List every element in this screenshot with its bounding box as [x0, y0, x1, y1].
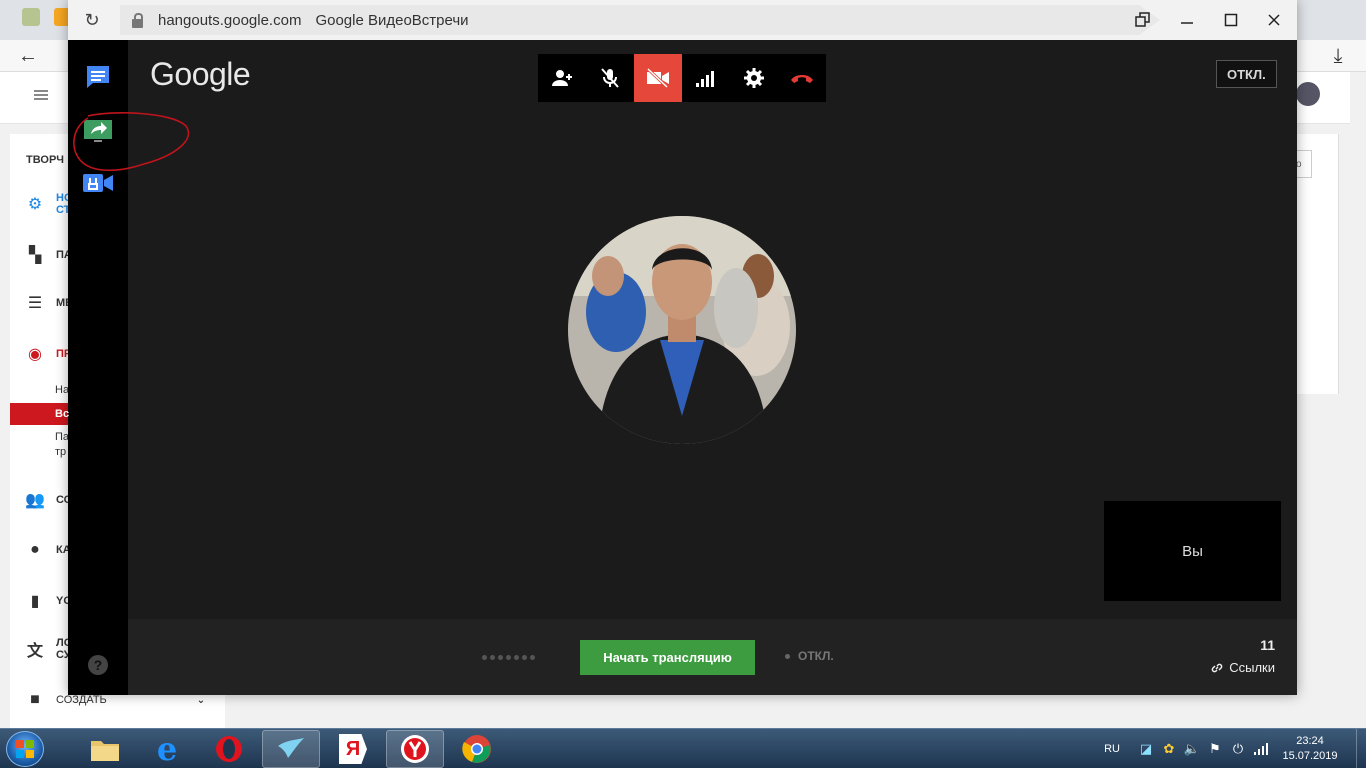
- address-bar[interactable]: hangouts.google.com Google ВидеоВстречи: [120, 5, 1160, 35]
- sidebar-subitem[interactable]: Па: [55, 431, 69, 443]
- sidebar-item-community[interactable]: 👥 СО: [24, 489, 72, 511]
- clock-time: 23:24: [1296, 735, 1324, 747]
- sidebar-item-translations[interactable]: 文 ЛО СУ: [24, 637, 72, 661]
- settings-icon[interactable]: [730, 54, 778, 102]
- page-scrollbar[interactable]: [1350, 72, 1366, 728]
- google-logo: Google: [150, 56, 251, 92]
- hang-up-icon[interactable]: [778, 54, 826, 102]
- network-share-icon[interactable]: ◪: [1138, 741, 1154, 757]
- sidebar-item-label: СОЗДАТЬ: [56, 694, 107, 706]
- start-button[interactable]: [6, 731, 44, 767]
- internet-explorer-icon[interactable]: e: [138, 730, 196, 768]
- clock-date: 15.07.2019: [1282, 750, 1338, 762]
- page-title: Google ВидеоВстречи: [315, 11, 469, 29]
- chrome-icon[interactable]: [448, 730, 506, 768]
- sidebar-item-analytics[interactable]: ▮ YO: [24, 590, 72, 612]
- address-url: hangouts.google.com: [158, 11, 302, 29]
- call-toolbar: [538, 54, 826, 102]
- yandex-letter-icon[interactable]: Я: [324, 730, 382, 768]
- participant-avatar: [568, 216, 796, 444]
- video-manager-icon: ☰: [27, 295, 43, 312]
- back-arrow-icon[interactable]: ←: [12, 40, 44, 72]
- hangouts-popup-window: ↻ hangouts.google.com Google ВидеоВстреч…: [68, 0, 1297, 695]
- minimize-icon[interactable]: [1164, 0, 1210, 40]
- yandex-browser-icon[interactable]: [386, 730, 444, 768]
- links-button[interactable]: Ссылки: [1210, 660, 1275, 675]
- viewer-count: 11: [1260, 637, 1275, 653]
- signal-icon[interactable]: [682, 54, 730, 102]
- file-explorer-icon[interactable]: [76, 730, 134, 768]
- community-icon: 👥: [25, 492, 45, 509]
- restore-icon[interactable]: [1120, 0, 1166, 40]
- power-icon[interactable]: ⏻: [1230, 741, 1246, 757]
- video-tools-icon[interactable]: [82, 168, 114, 198]
- start-broadcast-button[interactable]: Начать трансляцию: [580, 640, 755, 675]
- create-icon: ■: [30, 691, 40, 708]
- mic-off-icon[interactable]: [586, 54, 634, 102]
- volume-icon[interactable]: 🔈: [1184, 741, 1200, 757]
- sidebar-item-live[interactable]: ◉ ПР: [24, 343, 71, 365]
- screenshare-icon[interactable]: [82, 116, 114, 146]
- live-icon: ◉: [28, 346, 42, 363]
- chat-icon[interactable]: [82, 62, 114, 92]
- close-icon[interactable]: [1251, 0, 1297, 40]
- add-person-icon[interactable]: [538, 54, 586, 102]
- sidebar-subitem-active[interactable]: Вс: [55, 408, 69, 420]
- broadcast-status: ОТКЛ.: [785, 649, 834, 663]
- network-signal-icon[interactable]: [1253, 741, 1269, 757]
- flower-app-icon[interactable]: ✿: [1161, 741, 1177, 757]
- chevron-down-icon[interactable]: ⌄: [197, 695, 205, 706]
- avatar[interactable]: [1296, 82, 1320, 106]
- sidebar-heading: ТВОРЧ: [26, 154, 65, 166]
- system-tray: RU ◪ ✿ 🔈 ⚑ ⏻ 23:24 15.07.2019: [1104, 729, 1366, 768]
- reload-icon[interactable]: ↻: [80, 8, 104, 32]
- card-button[interactable]: о: [1296, 150, 1312, 178]
- sidebar-subitem[interactable]: На: [55, 384, 69, 396]
- status-dot-icon: [785, 653, 790, 659]
- action-center-flag-icon[interactable]: ⚑: [1207, 741, 1223, 757]
- clock[interactable]: 23:24 15.07.2019: [1276, 734, 1344, 764]
- windows-logo-icon: [16, 740, 34, 758]
- lock-icon: [132, 12, 146, 28]
- top-disconnect-status[interactable]: ОТКЛ.: [1216, 60, 1277, 88]
- sidebar-item-dashboard[interactable]: ▚ ПА: [24, 244, 72, 266]
- links-label: Ссылки: [1229, 660, 1275, 675]
- sidebar-item-video-manager[interactable]: ☰ МЕ: [24, 292, 73, 314]
- sidebar-item-new-studio[interactable]: ⚙ НО СТ: [24, 192, 73, 216]
- sidebar-subitem: тр: [55, 446, 67, 458]
- analytics-icon: ▮: [30, 593, 40, 610]
- self-view-label: Вы: [1182, 542, 1203, 560]
- maximize-icon[interactable]: [1208, 0, 1254, 40]
- language-indicator[interactable]: RU: [1104, 743, 1120, 755]
- loading-dots: [482, 655, 535, 660]
- self-view-tile[interactable]: Вы: [1104, 501, 1281, 601]
- translate-icon: 文: [26, 643, 43, 660]
- show-desktop-button[interactable]: [1356, 729, 1366, 768]
- hamburger-menu-icon[interactable]: [34, 90, 48, 92]
- help-button[interactable]: ?: [88, 655, 108, 675]
- left-app-rail: ?: [68, 40, 128, 695]
- link-icon: [1211, 663, 1223, 672]
- background-content-card: о: [1296, 134, 1339, 394]
- channel-icon: ●: [30, 541, 40, 558]
- camera-off-icon[interactable]: [634, 54, 682, 102]
- hummingbird-app-icon[interactable]: [262, 730, 320, 768]
- windows-taskbar: e Я RU ◪ ✿ 🔈 ⚑ ⏻ 23:24 15.07.2019: [0, 728, 1366, 768]
- sidebar-item-channel[interactable]: ● КА: [24, 539, 71, 561]
- dashboard-icon: ▚: [28, 247, 42, 264]
- gear-icon: ⚙: [27, 196, 43, 213]
- hangout-stage: ? Google ОТКЛ. Вы Начать трансляцию ОТКЛ…: [68, 40, 1297, 695]
- popup-titlebar: ↻ hangouts.google.com Google ВидеоВстреч…: [68, 0, 1297, 40]
- broadcast-status-label: ОТКЛ.: [798, 649, 834, 663]
- background-tab-favicon[interactable]: [22, 8, 40, 26]
- opera-icon[interactable]: [200, 730, 258, 768]
- broadcast-bar: Начать трансляцию ОТКЛ. 11 Ссылки: [128, 619, 1297, 695]
- download-icon[interactable]: ⤓: [1322, 40, 1354, 72]
